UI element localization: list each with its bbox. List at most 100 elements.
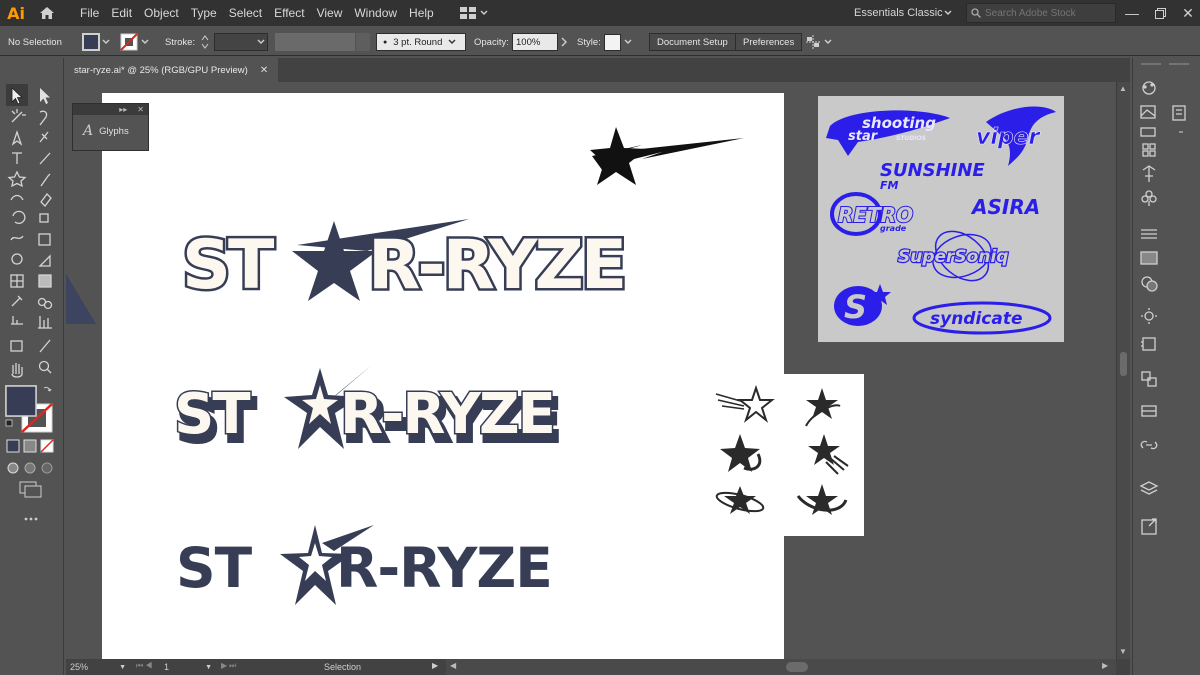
arrange-documents-button[interactable] xyxy=(459,7,488,19)
page-dropdown[interactable]: 1 ▼ xyxy=(164,661,212,673)
options-menu-icon[interactable] xyxy=(824,33,832,51)
draw-behind-button[interactable] xyxy=(23,461,37,475)
zoom-tool[interactable] xyxy=(35,358,55,378)
curvature-tool[interactable] xyxy=(35,130,55,150)
first-prev-page-icon[interactable]: ⏮◀ xyxy=(136,661,154,671)
transparency-panel-icon[interactable] xyxy=(1139,274,1159,294)
scroll-up-icon[interactable]: ▲ xyxy=(1119,84,1127,93)
gradient-tool[interactable] xyxy=(35,272,55,292)
align-options-icon[interactable] xyxy=(806,33,820,51)
menu-effect[interactable]: Effect xyxy=(268,0,310,26)
restore-button[interactable] xyxy=(1146,0,1174,26)
glyphs-panel-header[interactable]: ▸▸ ✕ xyxy=(73,104,148,115)
magic-wand-tool[interactable] xyxy=(7,108,27,128)
close-tab-icon[interactable]: ✕ xyxy=(260,65,268,76)
lasso-tool[interactable] xyxy=(35,108,55,128)
shape-builder-tool[interactable] xyxy=(7,252,27,272)
scroll-right-icon[interactable]: ▶ xyxy=(1102,661,1108,670)
selection-tool[interactable] xyxy=(7,85,27,105)
menu-object[interactable]: Object xyxy=(138,0,185,26)
pathfinder-panel-icon[interactable] xyxy=(1139,368,1159,388)
star-icons-sheet[interactable] xyxy=(784,374,864,536)
symbols-panel-icon[interactable] xyxy=(1139,190,1159,210)
menu-window[interactable]: Window xyxy=(348,0,403,26)
default-colors-icon[interactable] xyxy=(4,418,14,428)
align-panel-icon[interactable] xyxy=(1139,401,1159,421)
glyphs-panel[interactable]: ▸▸ ✕ A Glyphs xyxy=(72,103,149,151)
export-panel-icon[interactable] xyxy=(1139,516,1159,536)
vertical-scrollbar[interactable]: ▲ ▼ xyxy=(1116,82,1130,659)
scroll-thumb[interactable] xyxy=(1120,352,1127,376)
star-tool[interactable] xyxy=(7,170,27,190)
opacity-arrow-icon[interactable] xyxy=(560,33,568,51)
preferences-button[interactable]: Preferences xyxy=(735,33,803,51)
properties-panel-icon[interactable] xyxy=(1171,102,1191,122)
shaper-tool[interactable] xyxy=(7,192,27,212)
menu-edit[interactable]: Edit xyxy=(105,0,138,26)
horizontal-scroll-thumb[interactable] xyxy=(786,662,808,672)
brushes-panel-icon[interactable] xyxy=(1139,164,1159,184)
fill-swatch[interactable] xyxy=(82,33,110,51)
links-panel-icon[interactable] xyxy=(1139,435,1159,455)
menu-help[interactable]: Help xyxy=(403,0,440,26)
opacity-field[interactable]: 100% xyxy=(512,33,558,51)
scroll-down-icon[interactable]: ▼ xyxy=(1119,647,1127,656)
menu-select[interactable]: Select xyxy=(223,0,268,26)
variable-width-profile[interactable] xyxy=(275,33,355,51)
mesh-tool[interactable] xyxy=(7,272,27,292)
gradient-panel-icon[interactable] xyxy=(1139,248,1159,268)
workspace-switcher[interactable]: Essentials Classic xyxy=(848,3,958,23)
column-graph-tool[interactable] xyxy=(35,314,55,334)
color-mode-button[interactable] xyxy=(6,439,20,453)
artboard-tool[interactable] xyxy=(7,336,27,356)
next-last-page-icon[interactable]: ▶⏭ xyxy=(221,661,238,671)
search-stock-field[interactable] xyxy=(966,3,1116,23)
stroke-weight-field[interactable] xyxy=(214,33,268,51)
perspective-grid-tool[interactable] xyxy=(35,252,55,272)
color-panel-icon[interactable] xyxy=(1139,78,1159,98)
pen-tool[interactable] xyxy=(7,130,27,150)
status-menu-icon[interactable]: ▶ xyxy=(432,661,438,670)
draw-inside-button[interactable] xyxy=(40,461,54,475)
canvas[interactable]: ST R-RYZE ST ST R-RYZE R-RYZE ST R-RYZE … xyxy=(66,82,1116,659)
document-tab[interactable]: star-ryze.ai* @ 25% (RGB/GPU Preview) ✕ xyxy=(66,58,278,82)
horizontal-scrollbar[interactable]: ◀ ▶ xyxy=(446,659,1116,675)
search-stock-input[interactable] xyxy=(985,7,1110,19)
symbol-sprayer-tool[interactable] xyxy=(7,314,27,334)
reference-image[interactable]: shooting star STUDIOS viper SUNSHINE FM … xyxy=(818,96,1064,342)
line-segment-tool[interactable] xyxy=(35,150,55,170)
graphic-style-swatch[interactable] xyxy=(604,33,632,51)
minimize-button[interactable]: — xyxy=(1118,0,1146,26)
document-setup-button[interactable]: Document Setup xyxy=(649,33,736,51)
eyedropper-tool[interactable] xyxy=(7,294,27,314)
none-mode-button[interactable] xyxy=(40,439,54,453)
hand-tool[interactable] xyxy=(7,358,27,378)
layers-panel-icon[interactable] xyxy=(1139,478,1159,498)
free-transform-tool[interactable] xyxy=(35,232,55,252)
graphic-styles-panel-icon[interactable] xyxy=(1139,334,1159,354)
close-window-button[interactable]: ✕ xyxy=(1174,0,1200,26)
draw-normal-button[interactable] xyxy=(6,461,20,475)
close-panel-icon[interactable]: ✕ xyxy=(137,105,144,114)
profile-dropdown[interactable] xyxy=(356,33,370,51)
gradient-mode-button[interactable] xyxy=(23,439,37,453)
brush-definition[interactable]: ● 3 pt. Round xyxy=(376,33,466,51)
collapse-panel-icon[interactable]: ▸▸ xyxy=(119,105,127,114)
stroke-swatch[interactable] xyxy=(120,33,149,51)
stroke-weight-stepper[interactable] xyxy=(200,33,210,51)
rotate-tool[interactable] xyxy=(7,212,27,232)
menu-file[interactable]: File xyxy=(74,0,105,26)
menu-view[interactable]: View xyxy=(311,0,349,26)
menu-type[interactable]: Type xyxy=(185,0,223,26)
direct-selection-tool[interactable] xyxy=(35,85,55,105)
appearance-panel-icon[interactable] xyxy=(1139,306,1159,326)
scale-tool[interactable] xyxy=(35,212,55,232)
eraser-tool[interactable] xyxy=(35,192,55,212)
color-guide-panel-icon[interactable] xyxy=(1139,140,1159,160)
paintbrush-tool[interactable] xyxy=(35,170,55,190)
swatches-panel-icon[interactable] xyxy=(1139,102,1159,122)
type-tool[interactable] xyxy=(7,150,27,170)
swap-fill-stroke-icon[interactable] xyxy=(42,384,54,396)
home-icon[interactable] xyxy=(34,0,60,26)
blend-tool[interactable] xyxy=(35,294,55,314)
